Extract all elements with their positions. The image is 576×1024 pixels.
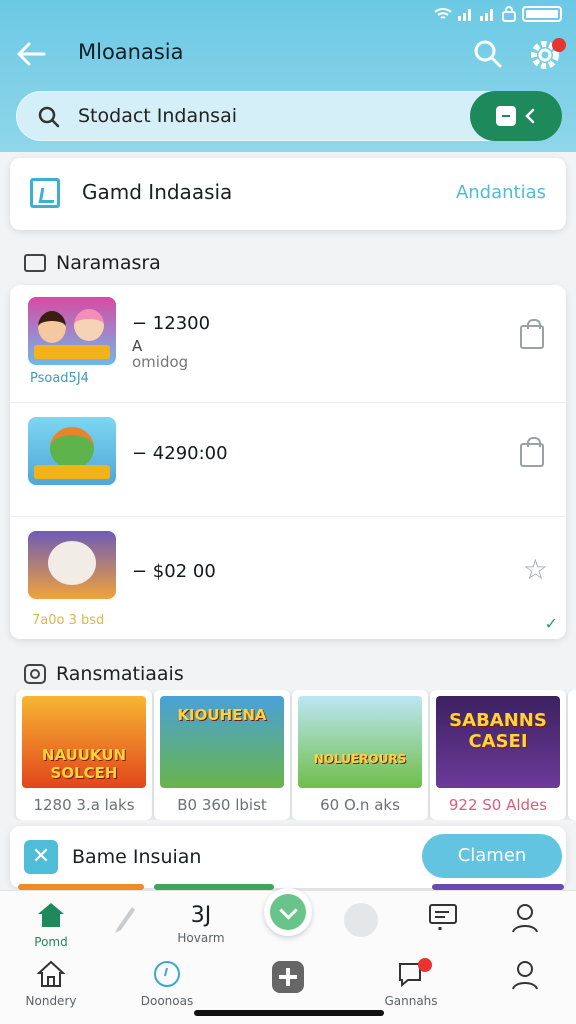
brush-icon — [115, 907, 135, 933]
list-item-caption: 7a0o 3 bsd — [32, 613, 105, 628]
promo-caption: 922 S0 Aldes — [448, 796, 548, 814]
bame-card: ✕ Bame Insuian Clamen — [10, 826, 566, 888]
promo-card-partial[interactable] — [568, 690, 576, 820]
circle-icon — [344, 903, 378, 937]
download-fab[interactable] — [264, 888, 312, 936]
profile-icon — [512, 961, 538, 990]
signal-icon — [458, 9, 471, 21]
chevron-left-icon — [525, 108, 535, 124]
claim-button[interactable]: Clamen — [422, 834, 562, 878]
section-title-1: Naramasra — [56, 252, 161, 274]
game-thumbnail — [28, 417, 116, 485]
home-outline-icon — [36, 960, 66, 987]
tab-add[interactable] — [243, 960, 333, 998]
promo-carousel[interactable]: NAUUKUN SOLCEH 1280 3.a laks KIOUHENA B0… — [10, 690, 576, 820]
star-icon[interactable]: ☆ — [523, 553, 548, 586]
list-item-sub2: omidog — [132, 353, 189, 371]
promo-art-title: NAUUKUN SOLCEH — [41, 746, 127, 782]
list-item-price: − 4290:00 — [132, 443, 228, 464]
game-list-card: Psoad5J4 − 12300 A omidog − 4290:00 7a0o… — [10, 285, 566, 639]
section-title-2: Ransmatiaais — [56, 663, 184, 685]
promo-art-title: NOLUEROURS — [313, 752, 407, 766]
bag-icon[interactable] — [520, 437, 544, 467]
tab-profile[interactable] — [480, 960, 570, 994]
promo-caption: B0 360 lbist — [177, 796, 267, 814]
lock-icon — [502, 6, 516, 22]
promo-card[interactable]: NAUUKUN SOLCEH 1280 3.a laks — [16, 690, 152, 820]
promo-caption: 1280 3.a laks — [33, 796, 135, 814]
list-item[interactable]: Psoad5J4 − 12300 A omidog — [10, 285, 566, 403]
game-thumbnail — [28, 531, 116, 599]
game-icon — [30, 178, 60, 208]
game-card-link[interactable]: Andantias — [456, 182, 546, 203]
plus-icon — [272, 961, 304, 993]
tab-nondery[interactable]: Nondery — [6, 960, 96, 1008]
tab-message[interactable] — [398, 903, 488, 935]
section-header-1: Naramasra — [24, 252, 161, 274]
tab-user[interactable] — [480, 903, 570, 937]
bame-title: Bame Insuian — [72, 846, 202, 868]
section-header-2: Ransmatiaais — [24, 663, 184, 685]
promo-card[interactable]: SABANNS CASEI 922 S0 Aldes — [430, 690, 566, 820]
list-item[interactable]: 7a0o 3 bsd − $02 00 ☆ ✓ — [10, 517, 566, 639]
promo-art-title: KIOUHENA — [177, 706, 267, 724]
message-icon — [429, 904, 457, 930]
signal2-icon — [480, 9, 493, 21]
filter-icon — [496, 106, 516, 126]
search-icon[interactable] — [470, 36, 506, 72]
search-bar-icon — [38, 106, 60, 128]
battery-icon — [522, 6, 562, 22]
back-arrow-icon[interactable] — [14, 36, 50, 72]
tab-doonoas[interactable]: Doonoas — [122, 960, 212, 1008]
wifi-icon — [434, 8, 452, 19]
tab-gannahs[interactable]: Gannahs — [366, 958, 456, 1008]
tab-hovarm[interactable]: 3J Hovarm — [156, 903, 246, 945]
promo-art-title: SABANNS CASEI — [449, 710, 547, 752]
download-icon — [270, 894, 306, 930]
check-icon: ✓ — [544, 614, 558, 633]
promo-card[interactable]: KIOUHENA B0 360 lbist — [154, 690, 290, 820]
game-thumbnail — [28, 297, 116, 365]
home-icon — [38, 903, 64, 927]
list-item-price: − $02 00 — [132, 561, 216, 582]
notification-dot — [552, 38, 566, 52]
user-icon — [512, 904, 538, 933]
home-indicator — [194, 1010, 384, 1016]
list-item-caption: Psoad5J4 — [30, 371, 89, 386]
list-item[interactable]: − 4290:00 — [10, 403, 566, 517]
bag-icon[interactable] — [520, 319, 544, 349]
game-card-title: Gamd Indaasia — [82, 180, 233, 204]
filter-button[interactable] — [470, 91, 562, 141]
search-bar[interactable]: Stodact Indansai — [16, 91, 562, 141]
chat-badge — [418, 958, 432, 972]
count-value: 3J — [190, 903, 212, 928]
tab-circle[interactable] — [316, 903, 406, 941]
check-icon: ✕ — [24, 840, 58, 874]
refresh-icon — [24, 664, 46, 684]
clock-icon — [154, 961, 180, 987]
page-title: Mloanasia — [78, 40, 184, 64]
status-bar — [434, 4, 562, 24]
promo-card[interactable]: NOLUEROURS 60 O.n aks — [292, 690, 428, 820]
search-input[interactable]: Stodact Indansai — [78, 105, 237, 127]
list-item-price: − 12300 — [132, 313, 211, 334]
image-icon — [24, 254, 46, 272]
promo-caption: 60 O.n aks — [320, 796, 400, 814]
game-indaasia-card[interactable]: Gamd Indaasia Andantias — [10, 158, 566, 230]
app-header: Mloanasia Stodact Indansai — [0, 0, 576, 152]
